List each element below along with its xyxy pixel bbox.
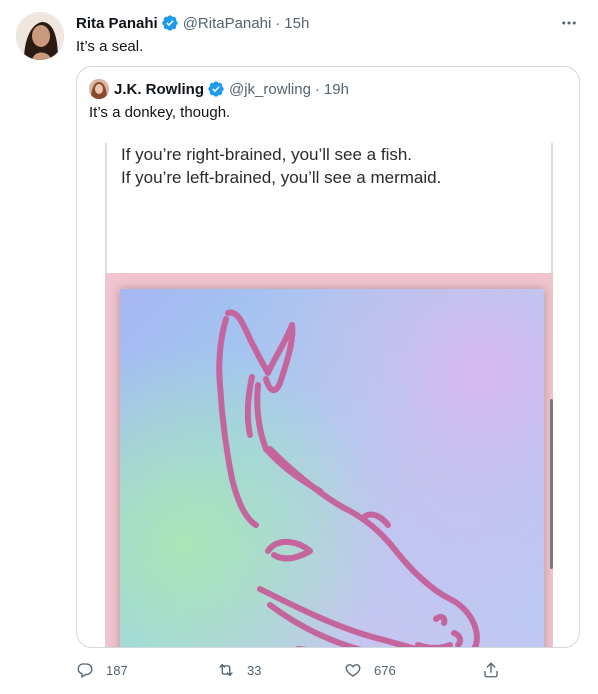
quoted-avatar bbox=[89, 79, 109, 99]
like-button[interactable]: 676 bbox=[344, 661, 396, 679]
media-border-left bbox=[105, 143, 107, 273]
retweet-button[interactable]: 33 bbox=[217, 661, 261, 679]
avatar-image bbox=[16, 12, 64, 60]
separator: · bbox=[314, 80, 320, 98]
reply-count: 187 bbox=[106, 662, 128, 678]
share-button[interactable] bbox=[482, 661, 512, 679]
more-button[interactable] bbox=[556, 10, 582, 36]
retweet-count: 33 bbox=[247, 662, 262, 678]
quoted-author-name: J.K. Rowling bbox=[114, 80, 204, 98]
tweet[interactable]: Rita Panahi @RitaPanahi · 15h It’s a sea… bbox=[0, 0, 598, 694]
quoted-author-handle: @jk_rowling bbox=[229, 80, 311, 98]
donkey-line-drawing bbox=[216, 309, 480, 647]
media-scrollbar[interactable] bbox=[550, 399, 553, 569]
separator: · bbox=[275, 14, 281, 32]
media-caption-line2: If you’re left-brained, you’ll see a mer… bbox=[121, 168, 442, 187]
reply-icon bbox=[77, 663, 93, 678]
media-caption: If you’re right-brained, you’ll see a fi… bbox=[121, 143, 541, 189]
timestamp[interactable]: 15h bbox=[284, 15, 309, 32]
quoted-timestamp: 19h bbox=[323, 80, 349, 98]
verified-badge-icon bbox=[208, 81, 224, 97]
tweet-text: It’s a seal. bbox=[76, 38, 144, 55]
retweet-icon bbox=[219, 664, 233, 676]
reply-button[interactable]: 187 bbox=[76, 661, 128, 679]
media-caption-area: If you’re right-brained, you’ll see a fi… bbox=[105, 143, 553, 273]
quoted-text: It’s a donkey, though. bbox=[89, 104, 231, 121]
author-handle[interactable]: @RitaPanahi bbox=[183, 15, 272, 32]
media-border-right bbox=[551, 143, 553, 273]
media-frame bbox=[105, 273, 553, 647]
quoted-media[interactable]: If you’re right-brained, you’ll see a fi… bbox=[105, 143, 553, 647]
quoted-tweet[interactable]: J.K. Rowling @jk_rowling · 19h It’s a do… bbox=[76, 66, 580, 648]
author-name[interactable]: Rita Panahi bbox=[76, 15, 158, 32]
quoted-header: J.K. Rowling @jk_rowling · 19h bbox=[89, 79, 349, 99]
quoted-avatar-image bbox=[89, 79, 109, 99]
share-icon bbox=[484, 662, 498, 678]
tweet-header: Rita Panahi @RitaPanahi · 15h bbox=[76, 13, 309, 33]
verified-badge-icon bbox=[162, 15, 178, 31]
illusion-artwork bbox=[120, 289, 544, 647]
heart-icon bbox=[345, 664, 361, 677]
avatar[interactable] bbox=[16, 12, 64, 60]
more-horizontal-icon bbox=[562, 21, 576, 25]
like-count: 676 bbox=[374, 662, 396, 678]
tweet-actions: 187 33 676 bbox=[76, 661, 506, 683]
media-caption-line1: If you’re right-brained, you’ll see a fi… bbox=[121, 145, 413, 164]
